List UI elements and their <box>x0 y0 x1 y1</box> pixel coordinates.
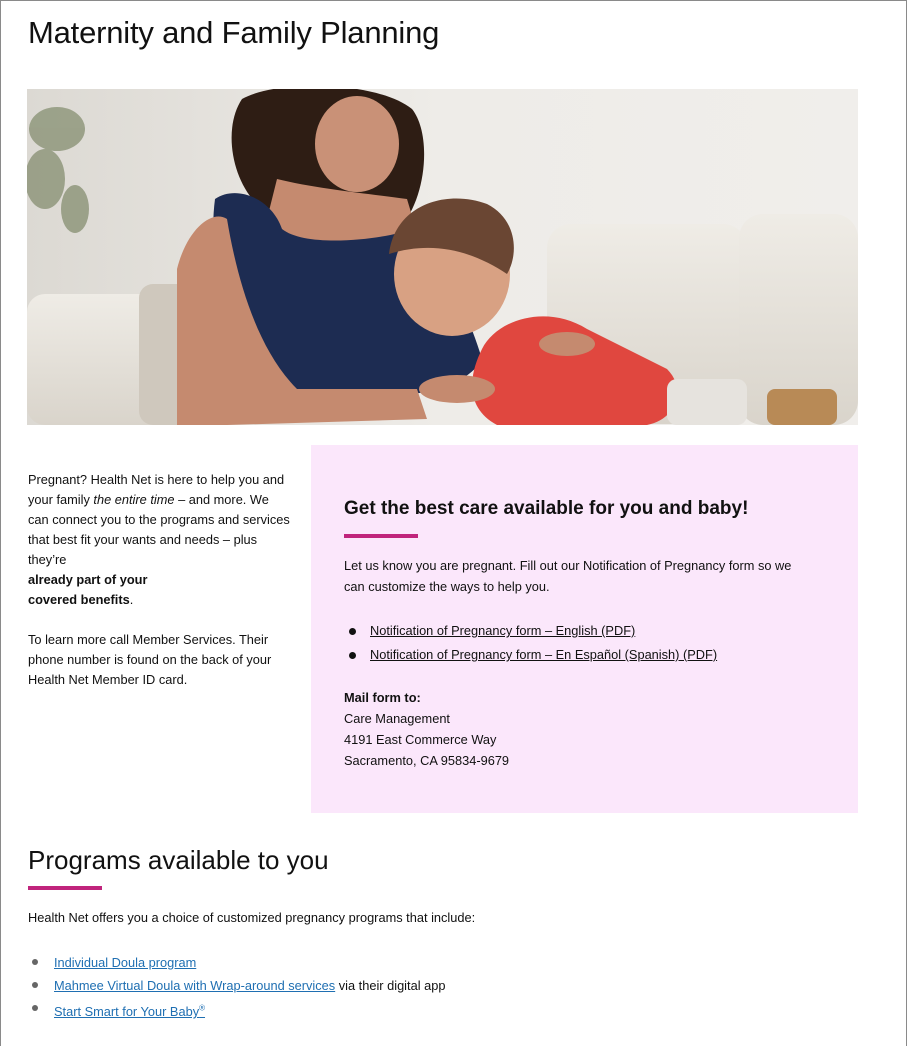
list-item: Mahmee Virtual Doula with Wrap-around se… <box>28 974 445 997</box>
intro-italic: the entire time <box>93 492 175 507</box>
form-links: Notification of Pregnancy form – English… <box>344 619 717 667</box>
program-suffix: via their digital app <box>335 978 446 993</box>
list-item: Start Smart for Your Baby® <box>28 997 445 1023</box>
intro-bold: covered benefits <box>28 592 130 607</box>
mahmee-doula-link[interactable]: Mahmee Virtual Doula with Wrap-around se… <box>54 978 335 993</box>
programs-title: Programs available to you <box>28 845 329 875</box>
programs-list: Individual Doula program Mahmee Virtual … <box>28 951 445 1023</box>
page-title: Maternity and Family Planning <box>28 15 440 50</box>
mailing-address: Mail form to: Care Management 4191 East … <box>344 687 509 771</box>
accent-divider <box>344 534 418 538</box>
list-item: Notification of Pregnancy form – English… <box>344 619 717 643</box>
member-services-note: To learn more call Member Services. Thei… <box>28 632 272 687</box>
hero-image <box>27 89 858 425</box>
intro-bold: already part of your <box>28 572 148 587</box>
accent-divider <box>28 886 102 890</box>
form-link-english[interactable]: Notification of Pregnancy form – English… <box>370 623 635 638</box>
start-smart-label: Start Smart for Your Baby <box>54 1004 200 1020</box>
list-item: Notification of Pregnancy form – En Espa… <box>344 643 717 667</box>
start-smart-link[interactable]: Start Smart for Your Baby® <box>54 1004 205 1019</box>
address-line: Care Management <box>344 711 450 726</box>
intro-text: Pregnant? Health Net is here to help you… <box>28 470 293 690</box>
address-line: Sacramento, CA 95834-9679 <box>344 753 510 768</box>
intro-text-part: . <box>129 592 134 607</box>
programs-lead: Health Net offers you a choice of custom… <box>28 910 476 925</box>
address-line: 4191 East Commerce Way <box>344 732 497 747</box>
pregnancy-notification-callout: Get the best care available for you and … <box>311 445 858 813</box>
intro-paragraph: Pregnant? Health Net is here to help you… <box>28 470 293 610</box>
doula-program-link[interactable]: Individual Doula program <box>54 955 196 970</box>
mail-heading: Mail form to: <box>344 690 421 705</box>
list-item: Individual Doula program <box>28 951 445 974</box>
form-link-spanish[interactable]: Notification of Pregnancy form – En Espa… <box>370 647 717 662</box>
callout-heading: Get the best care available for you and … <box>344 498 749 519</box>
callout-lead: Let us know you are pregnant. Fill out o… <box>344 558 792 594</box>
registered-mark: ® <box>199 1004 206 1013</box>
